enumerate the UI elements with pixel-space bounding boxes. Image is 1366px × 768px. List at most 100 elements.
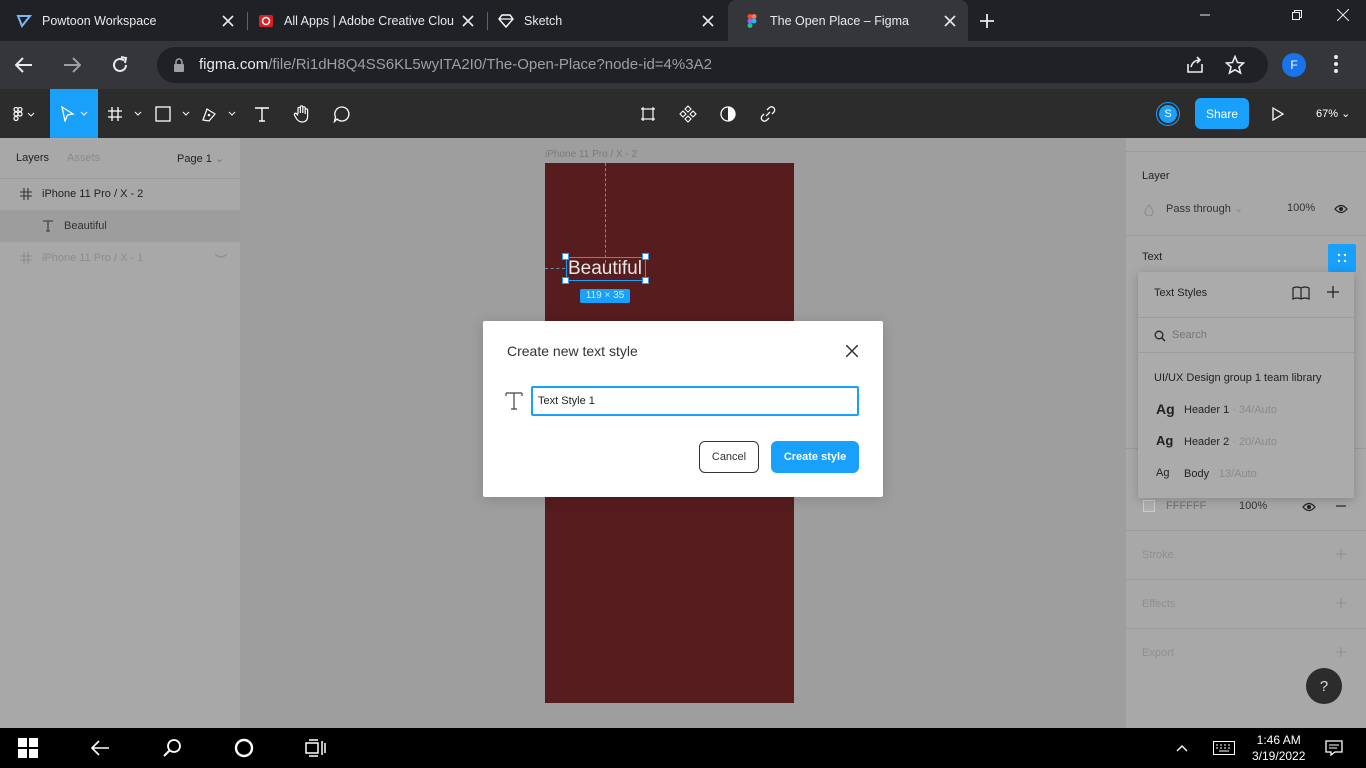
layer-heading: Layer — [1142, 170, 1170, 182]
address-bar[interactable]: figma.com/file/Ri1dH8Q4SS6KL5wyITA2I0/Th… — [157, 47, 1268, 83]
keyboard-icon[interactable] — [1204, 728, 1244, 768]
chevron-down-icon: ⌄ — [1233, 203, 1244, 215]
layer-opacity[interactable]: 100% — [1287, 202, 1315, 214]
restore-window-icon[interactable] — [1274, 0, 1320, 30]
text-layer-icon — [40, 218, 56, 234]
windows-start-icon[interactable] — [4, 728, 52, 768]
tab-assets[interactable]: Assets — [67, 152, 100, 164]
page-selector[interactable]: Page 1 ⌄ — [177, 152, 224, 165]
create-style-button[interactable]: Create style — [771, 441, 859, 473]
adobe-cc-icon — [258, 13, 274, 29]
system-clock[interactable]: 1:46 AM 3/19/2022 — [1252, 732, 1305, 764]
add-export-icon[interactable] — [1336, 647, 1346, 657]
browser-tab-strip: Powtoon Workspace All Apps | Adobe Creat… — [0, 0, 1366, 41]
close-window-icon[interactable] — [1320, 0, 1366, 30]
task-view-icon[interactable] — [292, 728, 340, 768]
resize-handle[interactable] — [562, 253, 569, 260]
close-tab-icon[interactable] — [698, 11, 718, 31]
visibility-eye-icon[interactable] — [1334, 204, 1348, 214]
style-name-input[interactable] — [531, 386, 859, 416]
selected-text-layer[interactable]: Beautiful — [566, 257, 646, 281]
divider — [1126, 235, 1366, 236]
frame-icon — [18, 250, 34, 266]
visibility-eye-icon[interactable] — [1302, 502, 1316, 512]
minus-icon[interactable] — [1336, 505, 1346, 507]
add-effect-icon[interactable] — [1336, 598, 1346, 608]
present-play-icon[interactable] — [1266, 89, 1290, 138]
notifications-icon[interactable] — [1314, 728, 1354, 768]
new-tab-button[interactable] — [976, 10, 998, 32]
rectangle-tool-icon[interactable] — [152, 89, 194, 138]
share-page-icon[interactable] — [1185, 56, 1205, 74]
minimize-window-icon[interactable] — [1182, 0, 1228, 30]
style-search-input[interactable] — [1172, 326, 1332, 344]
library-book-icon[interactable] — [1292, 286, 1310, 300]
reload-icon[interactable] — [108, 53, 132, 77]
blend-mode-select[interactable]: Pass through ⌄ — [1166, 202, 1243, 215]
url-host: figma.com — [199, 56, 269, 73]
close-tab-icon[interactable] — [218, 11, 238, 31]
tab-figma[interactable]: The Open Place – Figma — [728, 0, 968, 41]
help-button[interactable]: ? — [1306, 668, 1342, 704]
text-styles-button[interactable] — [1328, 244, 1356, 272]
cancel-button[interactable]: Cancel — [699, 441, 759, 473]
tab-sketch[interactable]: Sketch — [482, 0, 726, 41]
frame-tool-icon[interactable] — [104, 89, 146, 138]
back-arrow-icon[interactable] — [76, 728, 124, 768]
profile-avatar[interactable]: F — [1282, 53, 1306, 77]
tab-title: The Open Place – Figma — [770, 13, 909, 28]
search-icon[interactable] — [148, 728, 196, 768]
zoom-level[interactable]: 67% ⌄ — [1316, 107, 1350, 120]
browser-menu-icon[interactable] — [1334, 55, 1338, 73]
back-arrow-icon[interactable] — [12, 53, 36, 77]
layer-frame-item[interactable]: iPhone 11 Pro / X - 1 — [0, 242, 240, 274]
style-meta: · 34/Auto — [1232, 404, 1277, 416]
layer-frame-item[interactable]: iPhone 11 Pro / X - 2 — [0, 178, 240, 210]
tab-layers[interactable]: Layers — [16, 152, 49, 164]
mask-icon[interactable] — [714, 89, 742, 138]
bookmark-star-icon[interactable] — [1225, 55, 1245, 75]
figma-main-menu-icon[interactable] — [0, 89, 48, 138]
text-tool-icon[interactable] — [248, 89, 276, 138]
frame-icon — [18, 186, 34, 202]
component-icon[interactable] — [674, 89, 702, 138]
close-tab-icon[interactable] — [458, 11, 478, 31]
tab-title: Sketch — [524, 13, 563, 28]
close-icon[interactable] — [843, 342, 861, 360]
tab-title: All Apps | Adobe Creative Clou — [284, 13, 455, 28]
url-text: figma.com/file/Ri1dH8Q4SS6KL5wyITA2I0/Th… — [199, 56, 712, 73]
add-style-icon[interactable] — [1327, 286, 1339, 298]
chevron-down-icon: ⌄ — [214, 153, 225, 165]
layer-text-item[interactable]: Beautiful — [0, 210, 240, 242]
style-sample: Ag — [1156, 433, 1174, 448]
chevron-up-icon[interactable] — [1162, 728, 1202, 768]
style-name: Header 1 — [1184, 404, 1230, 416]
cortana-icon[interactable] — [220, 728, 268, 768]
hand-tool-icon[interactable] — [288, 89, 316, 138]
share-button[interactable]: Share — [1195, 98, 1249, 129]
comment-tool-icon[interactable] — [328, 89, 356, 138]
text-heading: Text — [1142, 251, 1163, 263]
forward-arrow-icon[interactable] — [60, 53, 84, 77]
tab-powtoon[interactable]: Powtoon Workspace — [0, 0, 246, 41]
artboard-label[interactable]: iPhone 11 Pro / X - 2 — [545, 149, 637, 160]
resize-handle[interactable] — [562, 277, 569, 284]
panel-tabs: Layers Assets Page 1 ⌄ — [0, 138, 240, 179]
fill-opacity[interactable]: 100% — [1239, 500, 1267, 512]
collaborator-avatar[interactable]: S — [1157, 103, 1179, 125]
link-icon[interactable] — [754, 89, 782, 138]
resize-handle[interactable] — [642, 277, 649, 284]
resize-handle[interactable] — [642, 253, 649, 260]
fill-hex[interactable]: FFFFFF — [1166, 500, 1206, 512]
move-tool-icon[interactable] — [50, 89, 98, 138]
fill-swatch[interactable] — [1143, 500, 1155, 512]
pen-tool-icon[interactable] — [198, 89, 240, 138]
effects-heading: Effects — [1142, 598, 1176, 610]
hidden-eye-icon[interactable] — [214, 252, 228, 260]
size-badge: 119 × 35 — [580, 289, 630, 303]
crop-icon[interactable] — [634, 89, 662, 138]
style-label: Body · 13/Auto — [1184, 468, 1257, 480]
close-tab-icon[interactable] — [940, 11, 960, 31]
add-stroke-icon[interactable] — [1336, 549, 1346, 559]
tab-adobe[interactable]: All Apps | Adobe Creative Clou — [242, 0, 486, 41]
